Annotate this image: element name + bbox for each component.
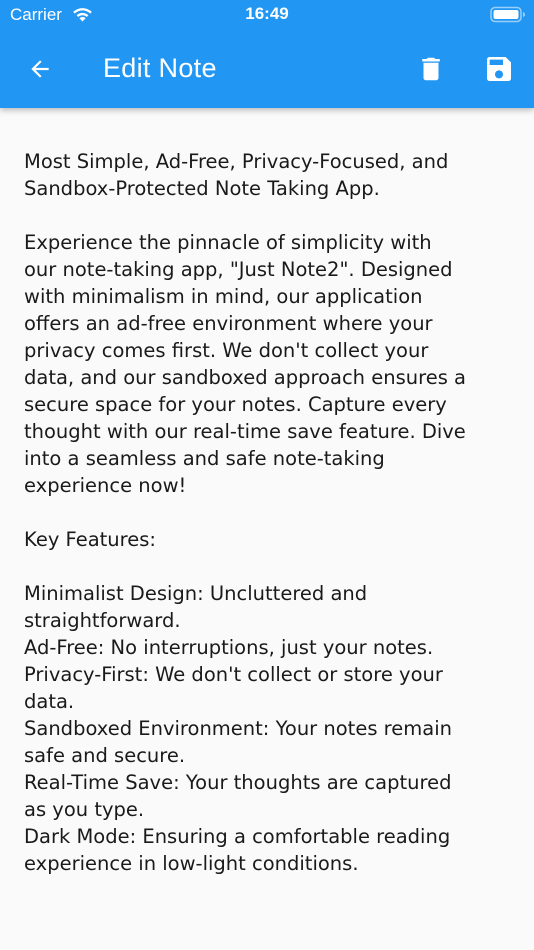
note-line: thought with our real-time save feature.… [24, 420, 466, 443]
page-title: Edit Note [103, 53, 217, 83]
note-line: Minimalist Design: Uncluttered and [24, 582, 368, 605]
note-line: Privacy-First: We don't collect or store… [24, 663, 443, 686]
edit-note-screen: Carrier 16:49 Edit Note Most Simple, Ad-… [0, 0, 534, 950]
note-line: experience in low-light conditions. [24, 852, 359, 875]
battery-full-icon [490, 6, 525, 23]
note-line: Dark Mode: Ensuring a comfortable readin… [24, 825, 451, 848]
note-line: data. [24, 690, 75, 713]
delete-button[interactable] [405, 43, 457, 95]
note-line: Sandboxed Environment: Your notes remain [24, 717, 452, 740]
status-bar: Carrier 16:49 [0, 0, 534, 30]
floppy-disk-icon [487, 57, 511, 81]
note-line: Key Features: [24, 528, 156, 551]
note-blank-line [24, 553, 524, 580]
note-blank-line [24, 499, 524, 526]
arrow-back-icon [31, 60, 49, 78]
note-line: offers an ad-free environment where your [24, 312, 433, 335]
note-line: our note-taking app, "Just Note2". Desig… [24, 258, 453, 281]
note-line: secure space for your notes. Capture eve… [24, 393, 447, 416]
save-button[interactable] [473, 43, 525, 95]
note-line: Ad-Free: No interruptions, just your not… [24, 636, 434, 659]
note-line: privacy comes first. We don't collect yo… [24, 339, 429, 362]
note-blank-line [24, 202, 524, 229]
toolbar: Edit Note [0, 30, 534, 108]
back-button[interactable] [14, 43, 66, 95]
status-time: 16:49 [245, 4, 289, 23]
note-line: Sandbox-Protected Note Taking App. [24, 177, 380, 200]
note-line: safe and secure. [24, 744, 186, 767]
note-line: Experience the pinnacle of simplicity wi… [24, 231, 432, 254]
note-line: experience now! [24, 474, 187, 497]
app-bar: Carrier 16:49 Edit Note [0, 0, 534, 108]
note-line: Real-Time Save: Your thoughts are captur… [24, 771, 452, 794]
note-line: with minimalism in mind, our application [24, 285, 423, 308]
note-line: as you type. [24, 798, 145, 821]
note-line: data, and our sandboxed approach ensures… [24, 366, 466, 389]
note-line: into a seamless and safe note-taking [24, 447, 385, 470]
note-content-editor[interactable]: Most Simple, Ad-Free, Privacy-Focused, a… [24, 148, 524, 877]
trash-icon [422, 57, 440, 81]
note-line: Most Simple, Ad-Free, Privacy-Focused, a… [24, 150, 449, 173]
note-line: straightforward. [24, 609, 181, 632]
